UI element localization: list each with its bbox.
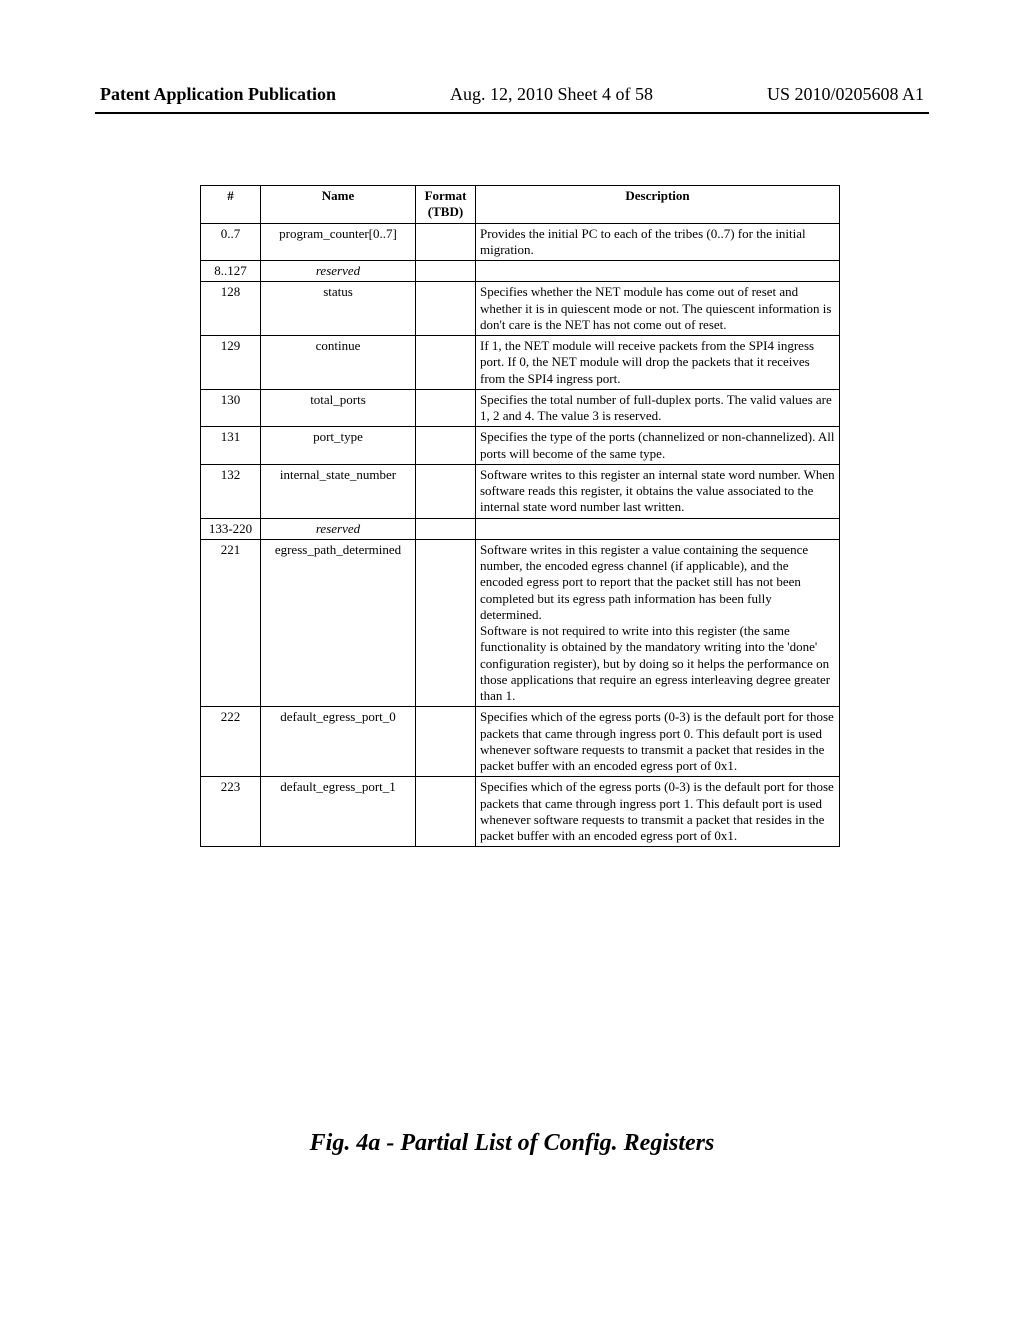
cell-name: status (261, 282, 416, 336)
table-header-row: # Name Format (TBD) Description (201, 186, 840, 224)
cell-name: reserved (261, 261, 416, 282)
cell-desc (476, 261, 840, 282)
cell-desc: Specifies the type of the ports (channel… (476, 427, 840, 465)
table-row: 223default_egress_port_1 Specifies which … (201, 777, 840, 847)
table-row: 132internal_state_number Software writes … (201, 464, 840, 518)
page-header: Patent Application Publication Aug. 12, … (0, 84, 1024, 113)
cell-desc: Specifies the total number of full-duple… (476, 389, 840, 427)
cell-num: 130 (201, 389, 261, 427)
table-row: 221egress_path_determined Software writes… (201, 539, 840, 707)
header-right: US 2010/0205608 A1 (767, 84, 924, 105)
cell-desc (476, 518, 840, 539)
cell-desc: Software writes to this register an inte… (476, 464, 840, 518)
cell-format (416, 539, 476, 707)
cell-format (416, 282, 476, 336)
figure-caption: Fig. 4a - Partial List of Config. Regist… (0, 1130, 1024, 1157)
table-row: 129continue If 1, the NET module will rec… (201, 336, 840, 390)
cell-num: 128 (201, 282, 261, 336)
cell-desc: If 1, the NET module will receive packet… (476, 336, 840, 390)
cell-format (416, 464, 476, 518)
cell-format (416, 261, 476, 282)
cell-name: reserved (261, 518, 416, 539)
cell-name: egress_path_determined (261, 539, 416, 707)
cell-num: 133-220 (201, 518, 261, 539)
cell-desc: Specifies which of the egress ports (0-3… (476, 777, 840, 847)
table-row: 222default_egress_port_0 Specifies which … (201, 707, 840, 777)
table-row: 133-220reserved (201, 518, 840, 539)
col-header-name: Name (261, 186, 416, 224)
table-row: 0..7program_counter[0..7] Provides the in… (201, 223, 840, 261)
cell-num: 132 (201, 464, 261, 518)
cell-name: continue (261, 336, 416, 390)
cell-format (416, 777, 476, 847)
cell-num: 0..7 (201, 223, 261, 261)
cell-num: 129 (201, 336, 261, 390)
register-table: # Name Format (TBD) Description 0..7prog… (200, 185, 840, 847)
cell-format (416, 223, 476, 261)
table-row: 8..127reserved (201, 261, 840, 282)
cell-desc: Provides the initial PC to each of the t… (476, 223, 840, 261)
cell-name: default_egress_port_1 (261, 777, 416, 847)
cell-name: port_type (261, 427, 416, 465)
col-header-num: # (201, 186, 261, 224)
cell-format (416, 518, 476, 539)
cell-desc: Software writes in this register a value… (476, 539, 840, 707)
cell-desc: Specifies which of the egress ports (0-3… (476, 707, 840, 777)
cell-format (416, 707, 476, 777)
cell-name: total_ports (261, 389, 416, 427)
col-header-desc: Description (476, 186, 840, 224)
cell-name: internal_state_number (261, 464, 416, 518)
header-left: Patent Application Publication (100, 84, 336, 105)
table-row: 131port_type Specifies the type of the po… (201, 427, 840, 465)
header-rule (95, 112, 929, 114)
cell-format (416, 427, 476, 465)
cell-format (416, 389, 476, 427)
register-table-wrap: # Name Format (TBD) Description 0..7prog… (200, 185, 840, 847)
cell-num: 8..127 (201, 261, 261, 282)
cell-desc: Specifies whether the NET module has com… (476, 282, 840, 336)
cell-num: 221 (201, 539, 261, 707)
header-mid: Aug. 12, 2010 Sheet 4 of 58 (450, 84, 653, 105)
cell-num: 223 (201, 777, 261, 847)
cell-name: program_counter[0..7] (261, 223, 416, 261)
cell-num: 222 (201, 707, 261, 777)
cell-num: 131 (201, 427, 261, 465)
cell-name: default_egress_port_0 (261, 707, 416, 777)
table-row: 130total_ports Specifies the total number… (201, 389, 840, 427)
cell-format (416, 336, 476, 390)
table-row: 128status Specifies whether the NET modul… (201, 282, 840, 336)
col-header-format: Format (TBD) (416, 186, 476, 224)
